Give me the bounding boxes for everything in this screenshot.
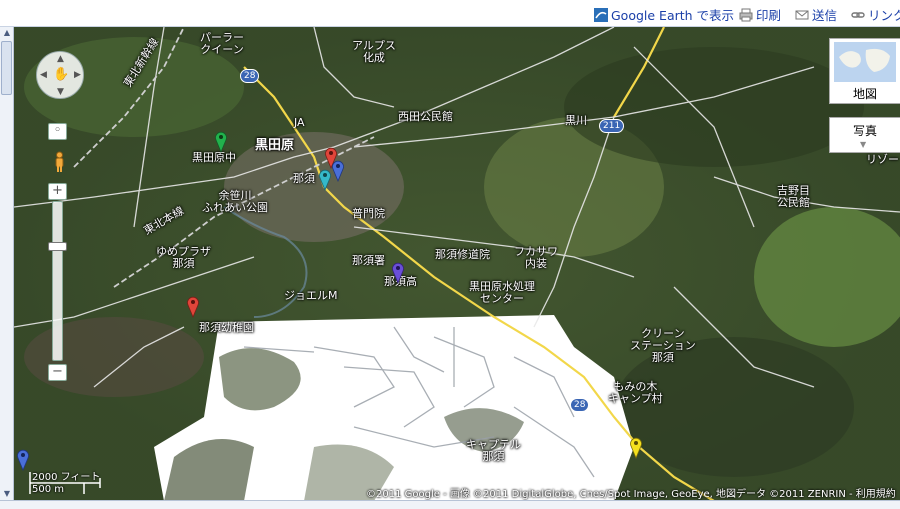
chain-link-icon	[851, 8, 865, 22]
map-marker-yellow[interactable]	[629, 437, 643, 459]
link-label: リンク	[868, 8, 900, 23]
vertical-scrollbar[interactable]: ▲ ▼	[0, 27, 14, 501]
map-label-fumonin: 普門院	[352, 207, 385, 220]
scale-bar: 2000 フィート 500 m	[28, 468, 108, 498]
map-label-yosasagawa-park: 余笹川 ふれあい公園	[202, 189, 268, 214]
scroll-thumb[interactable]	[1, 41, 12, 95]
map-label-ja: JA	[294, 116, 305, 129]
map-label-fukasawa: フカサワ 内装	[514, 245, 558, 270]
satellite-map[interactable]: パーラー クイーン アルプス 化成 東北新幹線 黒田原 JA 西田公民館 黒川 黒田…	[14, 27, 900, 501]
envelope-icon	[795, 8, 809, 22]
map-marker-green[interactable]	[214, 131, 228, 153]
map-type-map-button[interactable]: 地図	[829, 38, 900, 104]
map-toolbar: Google Earth で表示 印刷 送信 リンク	[0, 0, 900, 27]
link-link[interactable]: リンク	[851, 5, 900, 24]
map-label-kurokawa: 黒川	[565, 114, 587, 127]
pan-left-icon[interactable]: ◀	[40, 70, 47, 80]
map-label-momi-camp: もみの木 キャンプ村	[608, 380, 663, 405]
map-label-nasu-town: 那須	[293, 172, 315, 185]
map-type-photo-label: 写真	[852, 124, 877, 138]
scroll-down-arrow-icon[interactable]: ▼	[2, 489, 12, 499]
pan-control[interactable]: ▲ ▼ ◀ ▶ ✋	[36, 51, 84, 99]
zoom-in-button[interactable]: +	[48, 183, 67, 200]
map-label-capital-nasu: キャプテル 那須	[466, 438, 521, 463]
google-earth-icon	[594, 7, 608, 22]
zoom-slider-knob[interactable]	[48, 242, 67, 251]
map-label-jyoeru: ジョエルM	[284, 289, 338, 302]
printer-icon	[739, 8, 753, 22]
send-label: 送信	[812, 8, 838, 23]
route-shield-28-south: 28	[570, 398, 590, 412]
google-earth-link[interactable]: Google Earth で表示	[594, 5, 734, 24]
hand-icon: ✋	[53, 67, 70, 82]
pan-down-icon[interactable]: ▼	[57, 87, 64, 97]
map-label-parlor-queen: パーラー クイーン	[200, 31, 244, 56]
map-label-nasu-police: 那須署	[352, 254, 385, 267]
google-earth-label: Google Earth で表示	[611, 8, 735, 23]
map-label-alps-kasei: アルプス 化成	[352, 39, 396, 64]
map-type-photo-button[interactable]: 写真 ▼	[829, 117, 900, 153]
map-label-yoshinome: 吉野目 公民館	[777, 184, 810, 209]
map-label-yume-plaza: ゆめプラザ 那須	[156, 245, 211, 270]
route-shield-28-north: 28	[240, 69, 260, 83]
map-thumbnail-icon	[834, 42, 896, 82]
chevron-down-icon[interactable]: ▼	[860, 140, 866, 149]
pegman-icon[interactable]	[53, 151, 66, 173]
map-marker-red-kindergarten[interactable]	[186, 296, 200, 318]
map-label-nasu-shuudouin: 那須修道院	[435, 248, 490, 261]
print-link[interactable]: 印刷	[739, 5, 781, 24]
zoom-out-button[interactable]: −	[48, 364, 67, 381]
map-type-map-label: 地図	[852, 87, 877, 101]
map-label-nasu-kindergarten: 那須幼稚園	[199, 321, 254, 334]
map-label-kurodahara-jr-hs: 黒田原中	[192, 151, 236, 164]
horizontal-scrollbar[interactable]	[0, 500, 900, 509]
map-label-riso: リゾー	[866, 153, 899, 166]
print-label: 印刷	[756, 8, 782, 23]
send-link[interactable]: 送信	[795, 5, 837, 24]
map-label-water-plant: 黒田原水処理 センター	[469, 280, 535, 305]
pan-up-icon[interactable]: ▲	[57, 54, 64, 64]
pan-right-icon[interactable]: ▶	[74, 70, 81, 80]
scale-meters: 500 m	[32, 484, 65, 495]
zoom-slider-track[interactable]	[52, 201, 63, 361]
map-label-kurodahara: 黒田原	[255, 138, 295, 153]
map-marker-blue-town[interactable]	[331, 160, 345, 182]
map-marker-purple[interactable]	[391, 262, 405, 284]
map-label-clean-station: クリーン ステーション 那須	[630, 327, 696, 364]
reset-view-button[interactable]: ◦	[48, 123, 67, 140]
route-shield-211: 211	[599, 119, 625, 133]
scale-feet: 2000 フィート	[32, 472, 101, 483]
map-marker-cyan[interactable]	[318, 169, 332, 191]
scroll-up-arrow-icon[interactable]: ▲	[2, 28, 12, 38]
map-copyright: ©2011 Google - 画像 ©2011 DigitalGlobe, Cn…	[366, 489, 896, 500]
map-label-nishida-kouminkan: 西田公民館	[398, 110, 453, 123]
satellite-imagery	[14, 27, 900, 501]
